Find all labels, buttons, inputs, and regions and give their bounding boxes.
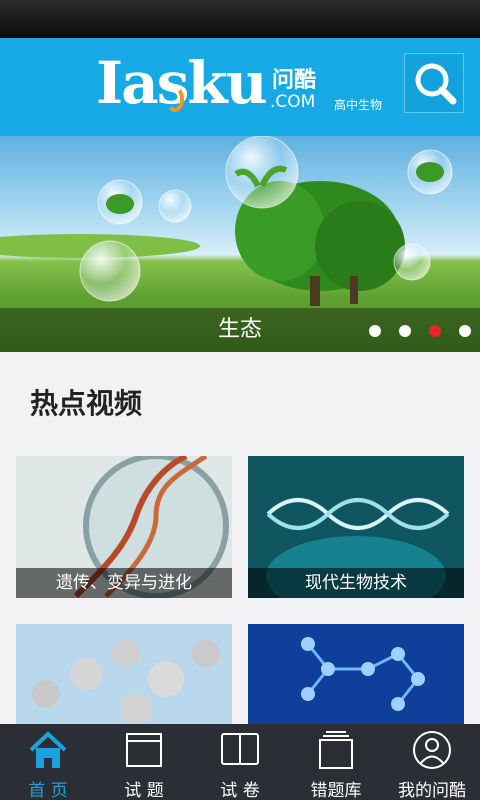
card-thumbnail-molecule-blue xyxy=(248,624,464,724)
video-card-biotech[interactable]: 现代生物技术 xyxy=(248,456,464,598)
carousel-dot-1[interactable] xyxy=(369,325,381,337)
logo-swirl-icon xyxy=(166,86,184,112)
logo: Iasku 问酷 .COM 高中生物 xyxy=(96,48,396,128)
tab-papers[interactable]: 试 卷 xyxy=(192,724,288,800)
carousel-dot-3-active[interactable] xyxy=(429,325,441,337)
tab-mistakes[interactable]: 错题库 xyxy=(288,724,384,800)
search-icon xyxy=(415,63,457,105)
tab-label: 首 页 xyxy=(28,781,68,800)
logo-subject: 高中生物 xyxy=(334,98,383,112)
carousel-dot-2[interactable] xyxy=(399,325,411,337)
tab-label: 我的问酷 xyxy=(398,781,466,800)
window-icon xyxy=(126,733,162,767)
video-card-4[interactable] xyxy=(248,624,464,724)
tab-label: 试 卷 xyxy=(220,781,260,800)
video-card-3[interactable] xyxy=(16,624,232,724)
card-label: 现代生物技术 xyxy=(305,573,407,593)
tab-home[interactable]: 首 页 xyxy=(0,724,96,800)
card-label: 遗传、变异与进化 xyxy=(56,573,192,593)
video-card-genetics[interactable]: 遗传、变异与进化 xyxy=(16,456,232,598)
status-bar xyxy=(0,0,480,38)
logo-domain: .COM xyxy=(270,92,316,112)
search-button[interactable] xyxy=(404,53,464,113)
user-icon xyxy=(413,731,451,769)
tab-label: 试 题 xyxy=(124,781,164,800)
stack-icon xyxy=(319,731,353,769)
logo-chinese: 问酷 xyxy=(272,68,317,93)
section-title-hot-videos: 热点视频 xyxy=(30,387,143,420)
book-icon xyxy=(221,733,259,765)
banner-carousel[interactable]: 生态 xyxy=(0,136,480,352)
card-thumbnail-molecule-grey xyxy=(16,624,232,724)
tab-my-account[interactable]: 我的问酷 xyxy=(384,724,480,800)
tab-questions[interactable]: 试 题 xyxy=(96,724,192,800)
bottom-tab-bar: 首 页 试 题 试 卷 错题库 我的问酷 xyxy=(0,724,480,800)
carousel-dot-4[interactable] xyxy=(459,325,471,337)
home-icon xyxy=(29,731,67,768)
app-header: Iasku 问酷 .COM 高中生物 xyxy=(0,38,480,136)
tab-label: 错题库 xyxy=(310,781,362,800)
